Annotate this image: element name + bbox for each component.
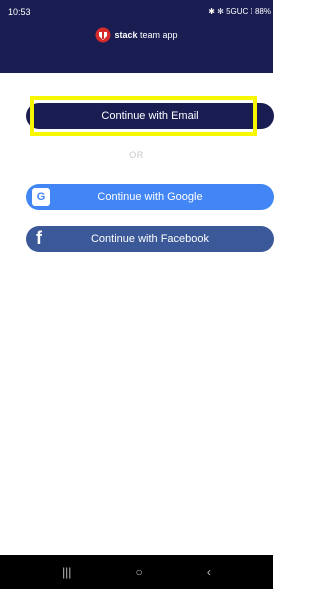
google-button-label: Continue with Google [97,191,203,203]
status-indicators: ✱ ✻ 5GUC ⁞ 88% [208,7,271,16]
brand: stack team app [0,27,273,43]
facebook-button-label: Continue with Facebook [90,233,209,245]
continue-with-facebook-button[interactable]: f Continue with Facebook [26,226,274,252]
system-nav-bar: ||| ○ ‹ [0,555,273,589]
recent-apps-icon[interactable]: ||| [62,565,71,579]
stack-logo-icon [95,27,111,43]
brand-name: stack team app [114,30,178,40]
facebook-icon: f [36,228,42,248]
continue-with-google-button[interactable]: G Continue with Google [26,184,274,210]
or-separator: OR [129,150,144,160]
back-icon[interactable]: ‹ [207,565,211,579]
continue-with-email-button[interactable]: Continue with Email [26,103,274,129]
email-button-label: Continue with Email [101,110,199,122]
home-icon[interactable]: ○ [136,565,143,579]
google-icon: G [32,188,50,206]
app-header: 10:53 ✱ ✻ 5GUC ⁞ 88% stack team app [0,0,273,73]
status-time: 10:53 [8,7,31,17]
